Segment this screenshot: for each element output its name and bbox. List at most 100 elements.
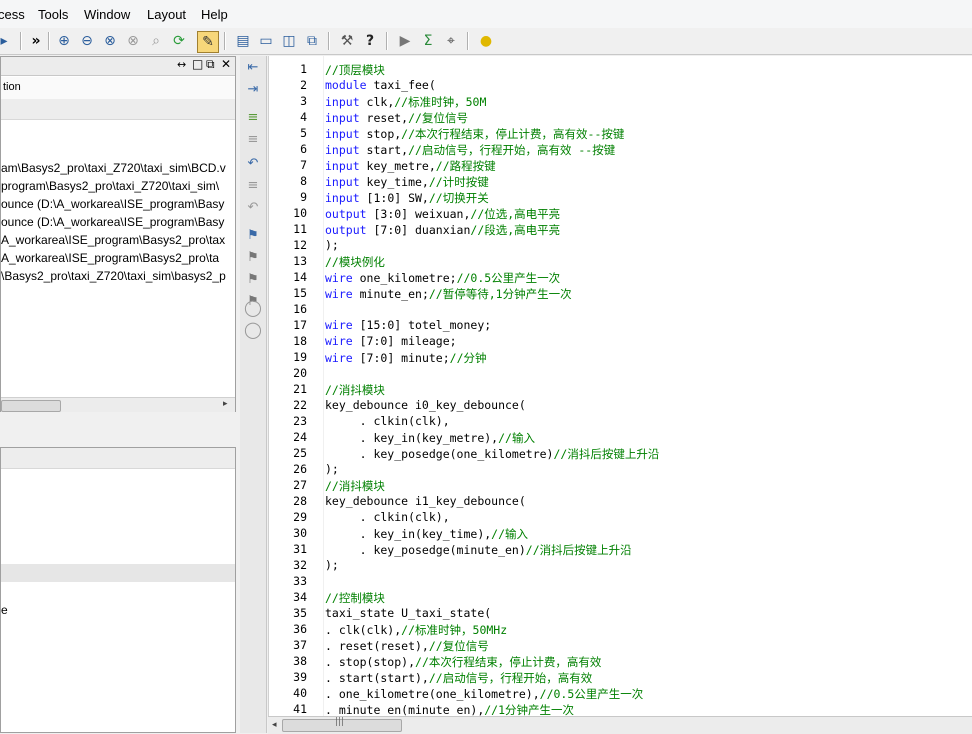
zoom-fit-icon[interactable]: ⊗	[123, 31, 143, 51]
code-line[interactable]: key_debounce i1_key_debounce(	[325, 494, 526, 508]
code-line[interactable]: input start,//启动信号，行程开始，高有效 --按键	[325, 142, 615, 158]
pointer-tool-icon[interactable]: ✎	[197, 31, 219, 53]
more-tools-icon[interactable]: »	[26, 31, 46, 51]
restore-windows-icon[interactable]: ⧉	[302, 31, 322, 51]
editor-scroll-thumb[interactable]: |||	[282, 717, 402, 732]
cascade-icon[interactable]: ▤	[233, 31, 253, 51]
code-line[interactable]: key_debounce i0_key_debounce(	[325, 398, 526, 412]
code-line[interactable]: wire [7:0] mileage;	[325, 334, 457, 348]
menu-layout[interactable]: Layout	[147, 7, 186, 22]
wrench-icon[interactable]: ⚒	[337, 31, 357, 51]
undo-comment-icon[interactable]: ↶	[243, 198, 263, 216]
code-line[interactable]: input key_time,//计时按键	[325, 174, 489, 190]
code-line[interactable]: output [3:0] weixuan,//位选,高电平亮	[325, 206, 560, 222]
zoom-out-icon[interactable]: ⊖	[77, 31, 97, 51]
code-line[interactable]: . key_in(key_metre),//输入	[325, 430, 535, 446]
file-item[interactable]: A_workarea\ISE_program\Basys2_pro\tax	[1, 233, 225, 247]
file-item[interactable]: am\Basys2_pro\taxi_Z720\taxi_sim\BCD.v	[1, 161, 226, 175]
code-line[interactable]: );	[325, 238, 339, 252]
redo-icon[interactable]: ▸	[0, 31, 14, 51]
code-keyword: input	[325, 175, 360, 189]
code-line[interactable]: input key_metre,//路程按键	[325, 158, 496, 174]
horizontal-scrollbar[interactable]: ▸	[1, 397, 235, 412]
back-icon[interactable]: ◯	[243, 298, 263, 317]
hierarchy-root-row[interactable]	[1, 99, 235, 120]
prev-bookmark-icon[interactable]: ⚑	[243, 270, 263, 288]
telescope-icon[interactable]: ⌖	[441, 31, 461, 51]
code-line[interactable]: input stop,//本次行程结束，停止计费，高有效--按键	[325, 126, 624, 142]
help-pointer-icon[interactable]: ?	[360, 31, 380, 51]
code-line[interactable]: . stop(stop),//本次行程结束，停止计费，高有效	[325, 654, 601, 670]
code-line[interactable]: . reset(reset),//复位信号	[325, 638, 489, 654]
editor-horizontal-scrollbar[interactable]: ◂ |||	[268, 716, 972, 734]
scroll-thumb[interactable]	[1, 400, 61, 412]
code-editor[interactable]: 1//顶层模块 2 module taxi_fee(3 input clk,//标准时…	[268, 56, 972, 716]
code-line[interactable]: . minute_en(minute_en),//1分钟产生一次	[325, 702, 574, 716]
zoom-in-icon[interactable]: ⊕	[54, 31, 74, 51]
forward-icon[interactable]: ◯	[243, 320, 263, 339]
process-item[interactable]: e	[1, 603, 8, 617]
file-item[interactable]: \Basys2_pro\taxi_Z720\taxi_sim\basys2_p	[1, 269, 226, 283]
code-line[interactable]: . clkin(clk),	[325, 510, 450, 524]
code-line[interactable]: //顶层模块	[325, 62, 385, 78]
code-line[interactable]: wire [7:0] minute;//分钟	[325, 350, 487, 366]
code-line[interactable]: wire one_kilometre;//0.5公里产生一次	[325, 270, 560, 286]
menu-help[interactable]: Help	[201, 7, 228, 22]
code-line[interactable]: //模块例化	[325, 254, 385, 270]
zoom-full-icon[interactable]: ⊗	[100, 31, 120, 51]
uncomment-icon[interactable]: ≡	[243, 130, 263, 148]
code-line[interactable]: );	[325, 462, 339, 476]
code-keyword: output	[325, 223, 367, 237]
maximize-icon[interactable]: □	[192, 57, 203, 71]
code-line[interactable]: . key_posedge(one_kilometre)//消抖后按键上升沿	[325, 446, 660, 462]
code-line[interactable]: . one_kilometre(one_kilometre),//0.5公里产生…	[325, 686, 643, 702]
menu-tools[interactable]: Tools	[38, 7, 68, 22]
menu-process[interactable]: cess	[0, 7, 25, 22]
file-item[interactable]: ounce (D:\A_workarea\ISE_program\Basy	[1, 215, 224, 229]
code-line[interactable]: . key_posedge(minute_en)//消抖后按键上升沿	[325, 542, 632, 558]
code-line[interactable]: output [7:0] duanxian//段选,高电平亮	[325, 222, 560, 238]
code-line[interactable]: wire minute_en;//暂停等待,1分钟产生一次	[325, 286, 572, 302]
code-keyword: input	[325, 191, 360, 205]
code-line[interactable]: wire [15:0] totel_money;	[325, 318, 491, 332]
float-icon[interactable]: ↔	[177, 58, 186, 71]
indent-right-icon[interactable]: ⇥	[243, 80, 263, 98]
indent-left-icon[interactable]: ⇤	[243, 58, 263, 76]
close-icon[interactable]: ✕	[221, 57, 231, 71]
code-line[interactable]: . clkin(clk),	[325, 414, 450, 428]
code-line[interactable]: . key_in(key_time),//输入	[325, 526, 528, 542]
code-line[interactable]: //控制模块	[325, 590, 385, 606]
tile-horizontal-icon[interactable]: ▭	[256, 31, 276, 51]
code-line[interactable]: . clk(clk),//标准时钟，50MHz	[325, 622, 507, 638]
scroll-left-icon[interactable]: ◂	[272, 720, 277, 730]
code-line[interactable]: //消抖模块	[325, 382, 385, 398]
lightbulb-icon[interactable]: ●	[476, 31, 496, 51]
next-bookmark-icon[interactable]: ⚑	[243, 248, 263, 266]
sigma-icon[interactable]: Σ	[418, 31, 438, 51]
process-row-selected[interactable]	[1, 564, 235, 582]
code-line[interactable]: input reset,//复位信号	[325, 110, 468, 126]
code-line[interactable]: input clk,//标准时钟，50M	[325, 94, 486, 110]
code-line[interactable]: );	[325, 558, 339, 572]
code-line[interactable]: //消抖模块	[325, 478, 385, 494]
tile-vertical-icon[interactable]: ◫	[279, 31, 299, 51]
code-line[interactable]: module taxi_fee(	[325, 78, 436, 92]
menu-window[interactable]: Window	[84, 7, 130, 22]
file-item[interactable]: program\Basys2_pro\taxi_Z720\taxi_sim\	[1, 179, 219, 193]
toggle-comment-icon[interactable]: ↶	[243, 154, 263, 172]
file-item[interactable]: ounce (D:\A_workarea\ISE_program\Basy	[1, 197, 224, 211]
restore-icon[interactable]: ⧉	[206, 57, 215, 72]
code-text: key_debounce i1_key_debounce(	[325, 494, 526, 508]
run-icon[interactable]: ▶	[395, 31, 415, 51]
code-line[interactable]: input [1:0] SW,//切换开关	[325, 190, 489, 206]
list-icon[interactable]: ≡	[243, 176, 263, 194]
code-line[interactable]: taxi_state U_taxi_state(	[325, 606, 491, 620]
bookmark-icon[interactable]: ⚑	[243, 226, 263, 244]
code-line[interactable]: . start(start),//启动信号，行程开始，高有效	[325, 670, 592, 686]
file-item[interactable]: A_workarea\ISE_program\Basys2_pro\ta	[1, 251, 219, 265]
line-number-divider	[317, 56, 324, 716]
comment-icon[interactable]: ≡	[243, 108, 263, 126]
refresh-icon[interactable]: ⟳	[169, 31, 189, 51]
scroll-right-icon[interactable]: ▸	[223, 399, 228, 409]
zoom-select-icon[interactable]: ⌕	[146, 31, 166, 51]
